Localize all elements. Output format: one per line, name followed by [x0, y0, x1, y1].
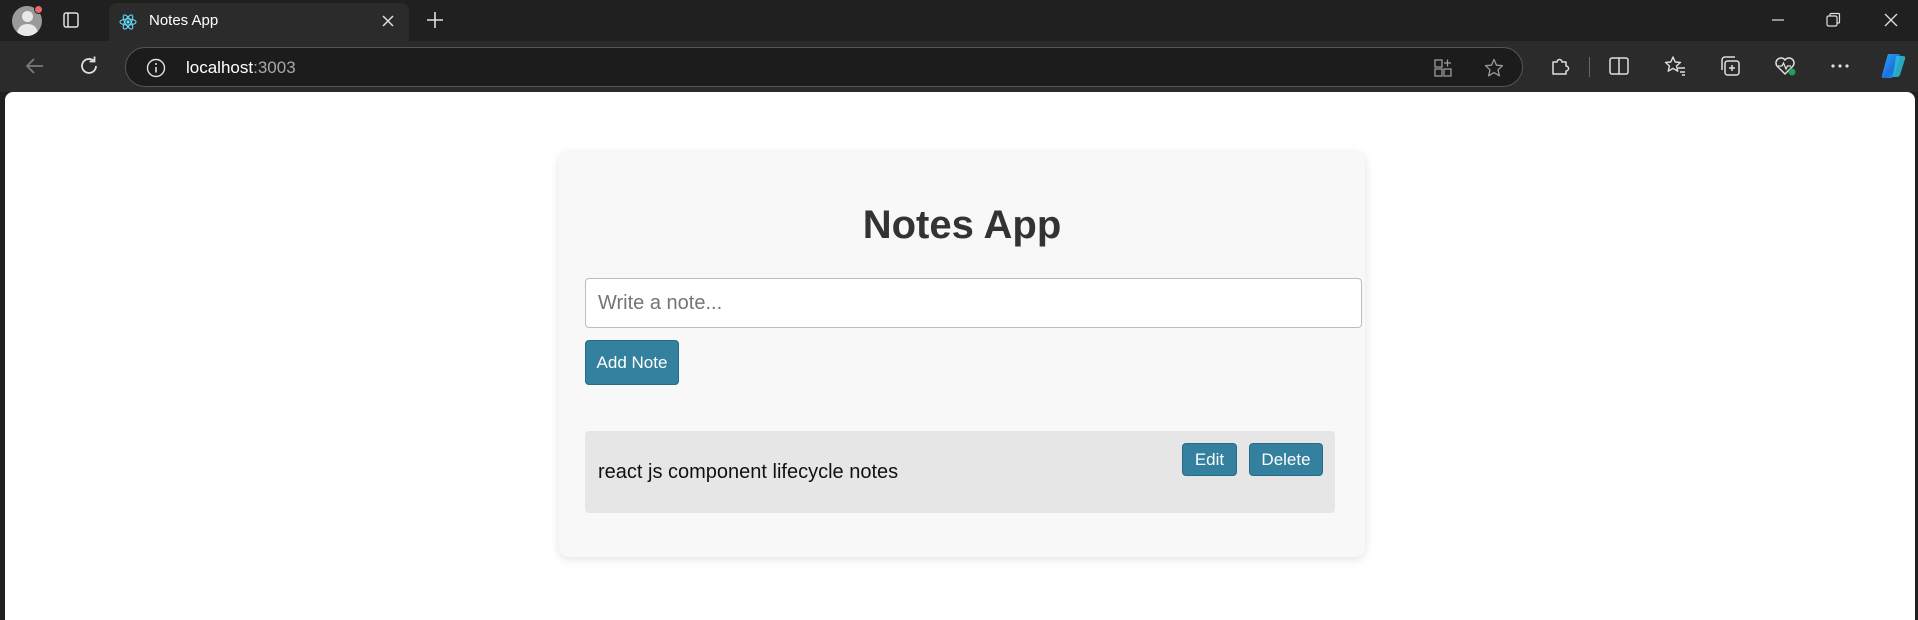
refresh-icon[interactable]: [77, 54, 101, 78]
collections-icon[interactable]: [1718, 54, 1742, 78]
site-info-icon[interactable]: [146, 58, 166, 78]
notes-list: react js component lifecycle notes Edit …: [585, 431, 1335, 525]
favorite-star-icon[interactable]: [1483, 57, 1505, 79]
browser-essentials-icon[interactable]: [1773, 54, 1797, 78]
close-tab-icon[interactable]: [381, 14, 395, 28]
extensions-icon[interactable]: [1548, 54, 1572, 78]
minimize-icon[interactable]: [1769, 11, 1787, 29]
app-title: Notes App: [862, 203, 1062, 247]
address-bar[interactable]: localhost:3003: [125, 47, 1523, 87]
close-window-icon[interactable]: [1882, 11, 1900, 29]
new-tab-icon[interactable]: [425, 10, 445, 30]
note-text: react js component lifecycle notes: [598, 461, 899, 483]
back-arrow-icon[interactable]: [23, 54, 47, 78]
favorites-icon[interactable]: [1663, 54, 1687, 78]
tab-title: Notes App: [149, 12, 219, 29]
split-screen-icon[interactable]: [1607, 54, 1631, 78]
tab-notes-app[interactable]: Notes App: [109, 3, 409, 41]
restore-icon[interactable]: [1824, 11, 1842, 29]
edit-note-button[interactable]: Edit: [1182, 443, 1237, 476]
tab-actions-icon[interactable]: [62, 11, 80, 29]
add-note-button[interactable]: Add Note: [585, 340, 679, 385]
url-text: localhost:3003: [186, 58, 296, 78]
copilot-icon[interactable]: [1878, 51, 1908, 81]
app-available-icon[interactable]: [1432, 57, 1454, 79]
delete-note-button[interactable]: Delete: [1249, 443, 1323, 476]
url-port: :3003: [253, 58, 296, 77]
browser-toolbar: localhost:3003: [0, 41, 1918, 92]
notes-app-card: Notes App Add Note react js component li…: [559, 152, 1365, 557]
tab-strip: Notes App: [0, 0, 1918, 41]
page-viewport: Notes App Add Note react js component li…: [5, 92, 1915, 620]
note-input[interactable]: [585, 278, 1362, 328]
note-item: react js component lifecycle notes Edit …: [585, 431, 1335, 513]
react-icon: [119, 13, 137, 31]
more-options-icon[interactable]: [1828, 54, 1852, 78]
url-host: localhost: [186, 58, 254, 77]
notification-dot: [34, 5, 43, 14]
toolbar-divider: [1589, 57, 1590, 77]
